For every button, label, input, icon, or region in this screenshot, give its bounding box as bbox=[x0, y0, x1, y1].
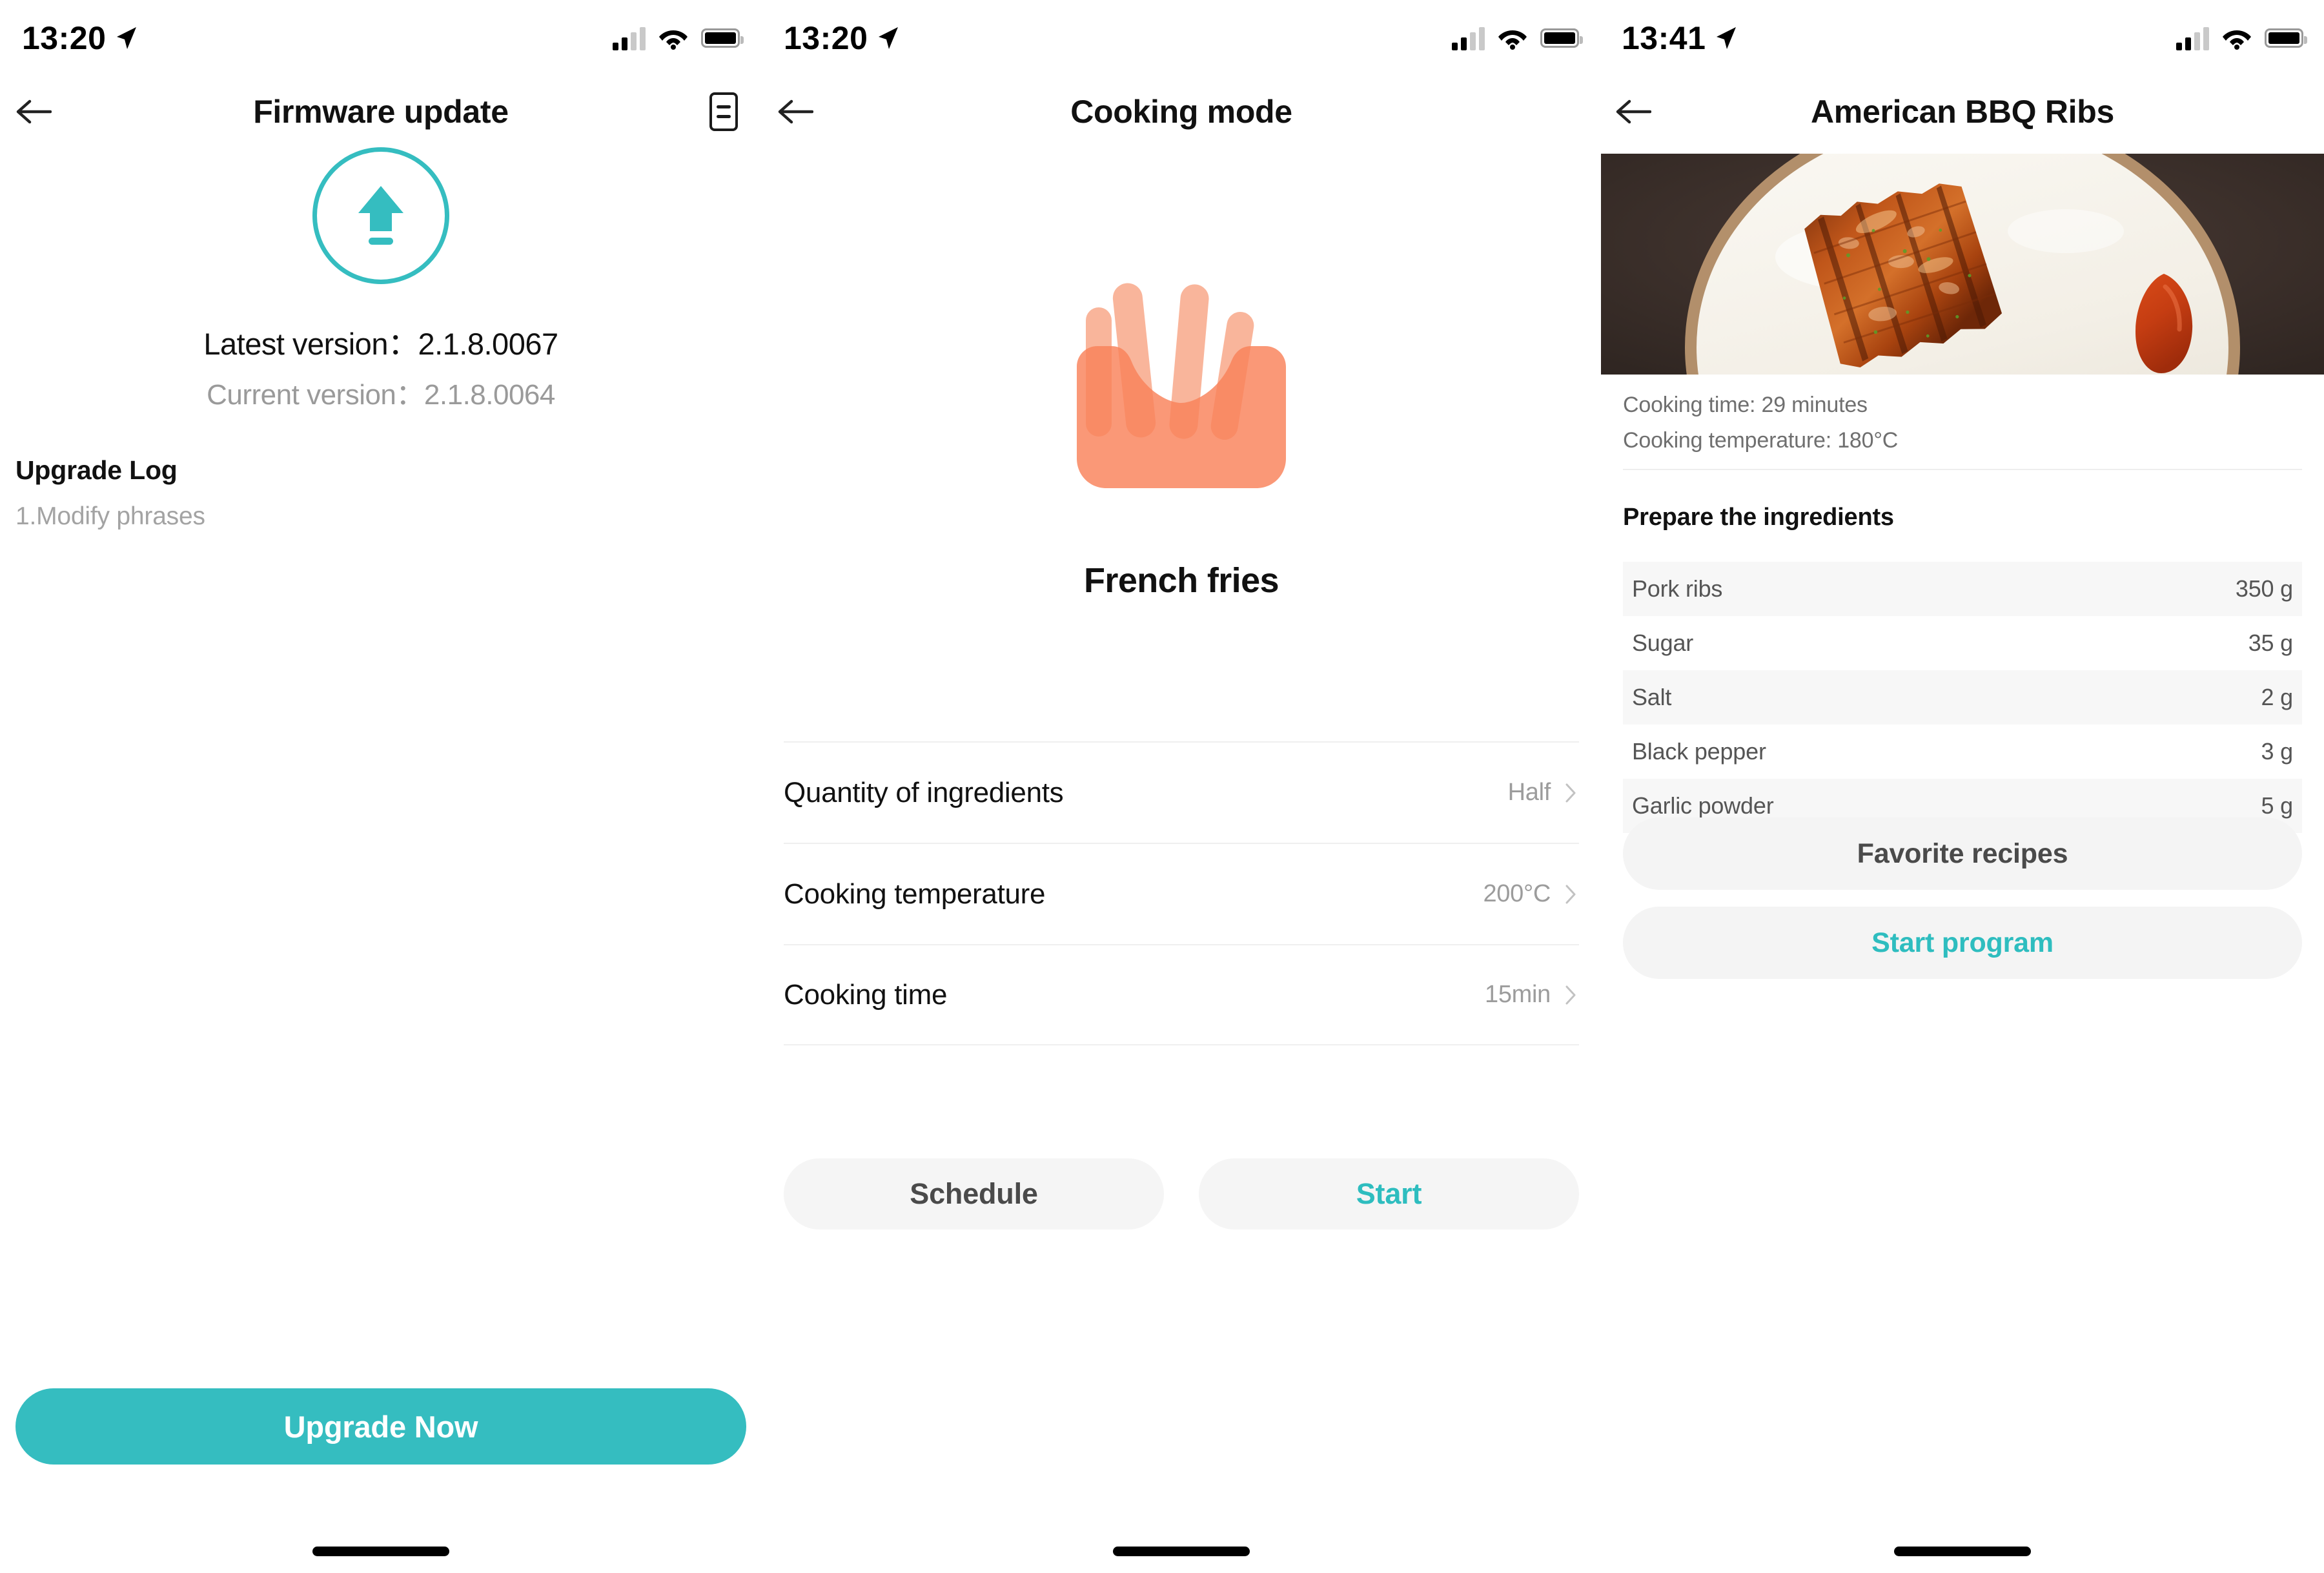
setting-row-cooking-temperature[interactable]: Cooking temperature 200°C bbox=[784, 843, 1579, 944]
table-row: Black pepper 3 g bbox=[1623, 725, 2302, 779]
upload-arrow-icon bbox=[358, 186, 403, 245]
favorite-recipes-button[interactable]: Favorite recipes bbox=[1623, 817, 2302, 890]
ingredient-amount: 2 g bbox=[2261, 684, 2294, 710]
location-arrow-icon bbox=[117, 27, 137, 49]
setting-value-group: 15min bbox=[1485, 981, 1576, 1009]
cellular-signal-icon bbox=[1452, 26, 1485, 50]
setting-row-cooking-time[interactable]: Cooking time 15min bbox=[784, 944, 1579, 1045]
setting-label: Quantity of ingredients bbox=[784, 776, 1064, 808]
panel-recipe-detail: 13:41 American BBQ Ribs Cooking time: 29… bbox=[1601, 0, 2324, 1573]
bbq-ribs-photo bbox=[1601, 154, 2324, 375]
setting-value-group: Half bbox=[1508, 779, 1576, 807]
recipe-action-buttons: Favorite recipes Start program bbox=[1623, 817, 2302, 996]
setting-value: 15min bbox=[1485, 981, 1551, 1008]
status-time-group: 13:20 bbox=[22, 19, 137, 57]
home-indicator bbox=[312, 1547, 449, 1556]
bbq-ribs-photo-graphic bbox=[1601, 154, 2324, 375]
ingredient-amount: 3 g bbox=[2261, 738, 2294, 765]
cooking-settings-list: Quantity of ingredients Half Cooking tem… bbox=[762, 741, 1601, 1045]
status-time-group: 13:20 bbox=[784, 19, 899, 57]
schedule-button[interactable]: Schedule bbox=[784, 1158, 1164, 1229]
start-program-button[interactable]: Start program bbox=[1623, 907, 2302, 979]
table-row: Pork ribs 350 g bbox=[1623, 562, 2302, 616]
home-indicator bbox=[1113, 1547, 1250, 1556]
battery-icon bbox=[2265, 28, 2307, 48]
ingredient-amount: 35 g bbox=[2248, 630, 2293, 656]
current-version-value: 2.1.8.0064 bbox=[423, 379, 555, 411]
chevron-right-icon bbox=[1565, 783, 1576, 802]
french-fries-icon bbox=[1077, 283, 1286, 488]
ingredients-section-title: Prepare the ingredients bbox=[1623, 504, 1894, 531]
ingredient-amount: 5 g bbox=[2261, 792, 2294, 819]
ingredient-name: Garlic powder bbox=[1632, 792, 1774, 819]
battery-icon bbox=[1540, 28, 1583, 48]
table-row: Sugar 35 g bbox=[1623, 616, 2302, 670]
recipe-meta: Cooking time: 29 minutes Cooking tempera… bbox=[1623, 387, 1898, 458]
wifi-icon bbox=[659, 30, 688, 50]
chevron-right-icon bbox=[1565, 985, 1576, 1004]
ingredient-name: Sugar bbox=[1632, 630, 1694, 656]
three-phone-screenshots: 13:20 Firmware update Latest version： 2.… bbox=[0, 0, 2324, 1573]
ingredients-table: Pork ribs 350 g Sugar 35 g Salt 2 g Blac… bbox=[1623, 562, 2302, 833]
latest-version-row: Latest version： 2.1.8.0067 bbox=[0, 319, 762, 364]
status-time: 13:41 bbox=[1622, 20, 1706, 56]
cooking-time-text: Cooking time: 29 minutes bbox=[1623, 393, 1868, 417]
status-indicators bbox=[613, 26, 744, 50]
upload-icon-circle bbox=[312, 147, 449, 284]
dish-name: French fries bbox=[1084, 561, 1279, 600]
status-time: 13:20 bbox=[22, 20, 107, 56]
start-button[interactable]: Start bbox=[1199, 1158, 1579, 1229]
status-bar: 13:20 bbox=[762, 0, 1601, 76]
ingredient-name: Black pepper bbox=[1632, 738, 1766, 765]
upgrade-now-button[interactable]: Upgrade Now bbox=[15, 1388, 746, 1465]
cellular-signal-icon bbox=[613, 26, 646, 50]
location-arrow-icon bbox=[879, 27, 899, 49]
setting-value-group: 200°C bbox=[1483, 880, 1576, 908]
setting-label: Cooking time bbox=[784, 978, 948, 1011]
divider bbox=[1623, 469, 2302, 470]
status-indicators bbox=[1452, 26, 1583, 50]
setting-row-quantity-of-ingredients[interactable]: Quantity of ingredients Half bbox=[784, 741, 1579, 843]
setting-value: Half bbox=[1507, 779, 1551, 806]
cooking-action-buttons: Schedule Start bbox=[762, 1158, 1601, 1229]
setting-value: 200°C bbox=[1483, 880, 1551, 907]
latest-version-value: 2.1.8.0067 bbox=[418, 327, 558, 361]
panel-cooking-mode: 13:20 Cooking mode French fries Quantity… bbox=[762, 0, 1601, 1573]
status-time: 13:20 bbox=[784, 20, 868, 56]
table-row: Salt 2 g bbox=[1623, 670, 2302, 725]
recipe-content: Cooking time: 29 minutes Cooking tempera… bbox=[1601, 76, 2324, 1573]
version-block: Latest version： 2.1.8.0067 Current versi… bbox=[0, 319, 762, 413]
latest-version-label: Latest version： bbox=[203, 327, 418, 361]
home-indicator bbox=[1894, 1547, 2031, 1556]
ingredient-amount: 350 g bbox=[2235, 575, 2293, 602]
location-arrow-icon bbox=[1717, 27, 1737, 49]
status-time-group: 13:41 bbox=[1622, 19, 1737, 57]
status-bar: 13:20 bbox=[0, 0, 762, 76]
battery-icon bbox=[701, 28, 744, 48]
wifi-icon bbox=[2223, 30, 2251, 50]
current-version-row: Current version： 2.1.8.0064 bbox=[0, 364, 762, 413]
status-indicators bbox=[2176, 26, 2307, 50]
status-bar: 13:41 bbox=[1601, 0, 2324, 76]
current-version-label: Current version： bbox=[207, 379, 424, 411]
panel-firmware-update: 13:20 Firmware update Latest version： 2.… bbox=[0, 0, 762, 1573]
upgrade-log-title: Upgrade Log bbox=[15, 455, 178, 485]
cooking-temperature-text: Cooking temperature: 180°C bbox=[1623, 428, 1899, 453]
upgrade-log-item: 1.Modify phrases bbox=[15, 502, 205, 530]
cooking-mode-content: French fries Quantity of ingredients Hal… bbox=[762, 76, 1601, 1573]
french-fries-illustration bbox=[1072, 270, 1291, 502]
wifi-icon bbox=[1498, 30, 1527, 50]
setting-label: Cooking temperature bbox=[784, 878, 1046, 910]
cellular-signal-icon bbox=[2176, 26, 2209, 50]
chevron-right-icon bbox=[1565, 885, 1576, 903]
ingredient-name: Pork ribs bbox=[1632, 575, 1723, 602]
firmware-content: Latest version： 2.1.8.0067 Current versi… bbox=[0, 76, 762, 1573]
ingredient-name: Salt bbox=[1632, 684, 1672, 710]
